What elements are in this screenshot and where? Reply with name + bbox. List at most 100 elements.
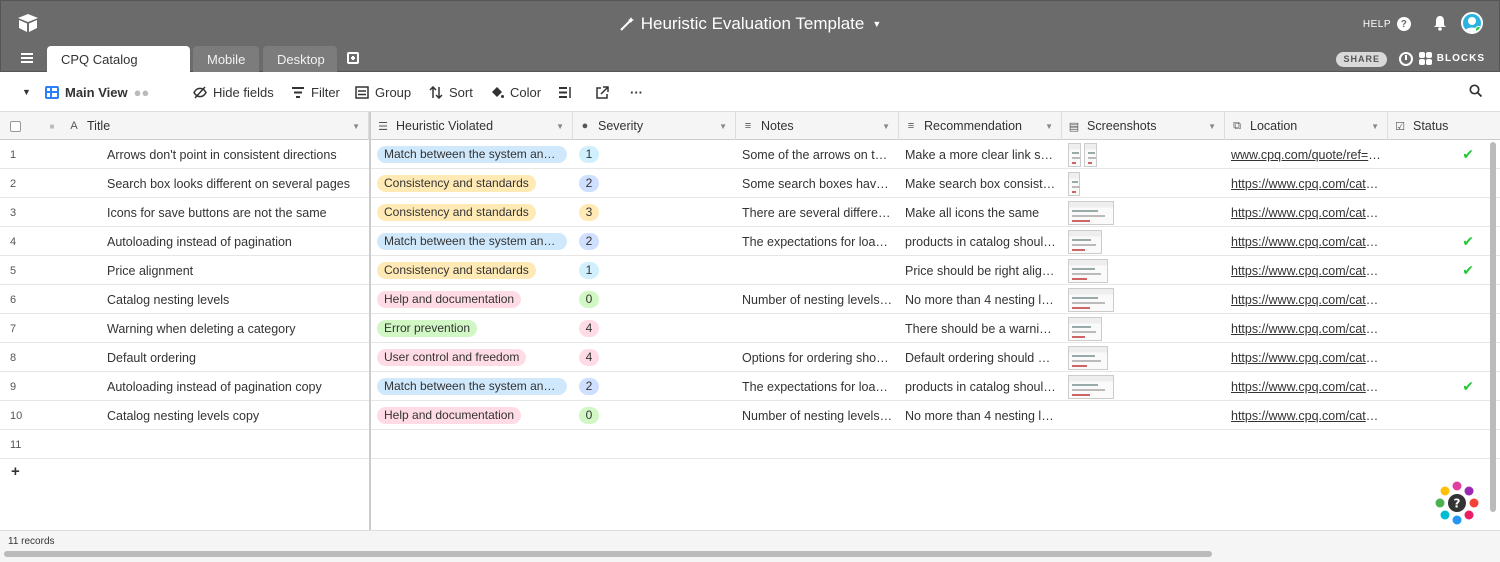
column-header-status[interactable]: ☑ Status	[1388, 112, 1500, 140]
cell-severity[interactable]: 4	[573, 343, 736, 372]
cell-notes[interactable]: Some search boxes have placeholder text	[736, 169, 899, 198]
cell-severity[interactable]: 1	[573, 256, 736, 285]
cell-heuristic[interactable]: Consistency and standards	[371, 169, 573, 198]
location-link[interactable]: https://www.cpq.com/catalog	[1231, 351, 1382, 365]
cell-heuristic[interactable]: Error prevention	[371, 314, 573, 343]
cell-status[interactable]	[1388, 285, 1500, 314]
cell-location[interactable]: https://www.cpq.com/catalog	[1225, 285, 1388, 314]
chevron-down-icon[interactable]: ▼	[882, 122, 890, 131]
cell-location[interactable]: https://www.cpq.com/catalog	[1225, 256, 1388, 285]
select-all-checkbox[interactable]	[10, 120, 21, 132]
cell-screenshots[interactable]	[1062, 198, 1225, 227]
cell-severity[interactable]: 4	[573, 314, 736, 343]
cell-status[interactable]	[1388, 401, 1500, 430]
cell-heuristic[interactable]: Help and documentation	[371, 285, 573, 314]
column-header-heuristic[interactable]: ☰ Heuristic Violated ▼	[371, 112, 573, 140]
add-record-icon[interactable]: +	[11, 463, 20, 480]
cell-notes[interactable]: Number of nesting levels is too high	[736, 401, 899, 430]
screenshot-thumbnail[interactable]	[1068, 200, 1114, 225]
column-header-recommendation[interactable]: ≡ Recommendation ▼	[899, 112, 1062, 140]
cell-title[interactable]: Price alignment	[40, 256, 369, 285]
cell-recommendation[interactable]: No more than 4 nesting levels	[899, 401, 1062, 430]
location-link[interactable]: www.cpq.com/quote/ref=search	[1231, 148, 1382, 162]
more-options-button[interactable]: ···	[630, 84, 643, 100]
cell-screenshots[interactable]	[1062, 401, 1225, 430]
cell-notes[interactable]: Options for ordering should be visible	[736, 343, 899, 372]
cell-heuristic[interactable]: Match between the system and the real wo…	[371, 140, 573, 169]
cell-severity[interactable]: 2	[573, 227, 736, 256]
cell-title[interactable]	[40, 430, 369, 459]
cell-location[interactable]: https://www.cpq.com/catalog	[1225, 314, 1388, 343]
cell-title[interactable]: Catalog nesting levels	[40, 285, 369, 314]
cell-heuristic[interactable]: Match between the system and the real wo…	[371, 227, 573, 256]
cell-location[interactable]: https://www.cpq.com/catalog	[1225, 169, 1388, 198]
location-link[interactable]: https://www.cpq.com/catalog	[1231, 177, 1382, 191]
cell-recommendation[interactable]	[899, 430, 1062, 459]
base-title-button[interactable]: Heuristic Evaluation Template ▼	[619, 14, 881, 34]
cell-severity[interactable]: 0	[573, 401, 736, 430]
cell-location[interactable]: https://www.cpq.com/catalog	[1225, 343, 1388, 372]
check-icon[interactable]: ✔	[1462, 233, 1474, 250]
cell-heuristic[interactable]	[371, 430, 573, 459]
screenshot-thumbnail[interactable]	[1068, 374, 1114, 399]
cell-screenshots[interactable]	[1062, 169, 1225, 198]
screenshot-thumbnail[interactable]	[1068, 142, 1081, 167]
cell-heuristic[interactable]: Match between the system and the real wo…	[371, 372, 573, 401]
cell-heuristic[interactable]: Help and documentation	[371, 401, 573, 430]
cell-recommendation[interactable]: Price should be right aligned	[899, 256, 1062, 285]
airtable-logo-icon[interactable]	[17, 13, 39, 33]
table-row[interactable]: 6 Catalog nesting levels Help and document…	[0, 285, 1500, 314]
cell-severity[interactable]	[573, 430, 736, 459]
cell-location[interactable]: https://www.cpq.com/catalog	[1225, 198, 1388, 227]
chevron-down-icon[interactable]: ▼	[719, 122, 727, 131]
tab-desktop[interactable]: Desktop	[263, 46, 337, 73]
chevron-down-icon[interactable]: ▼	[1371, 122, 1379, 131]
check-icon[interactable]: ✔	[1462, 262, 1474, 279]
share-button[interactable]: SHARE	[1336, 52, 1387, 67]
chevron-down-icon[interactable]: ▼	[1045, 122, 1053, 131]
cell-location[interactable]: https://www.cpq.com/catalog	[1225, 227, 1388, 256]
cell-screenshots[interactable]	[1062, 227, 1225, 256]
cell-severity[interactable]: 2	[573, 169, 736, 198]
column-header-title[interactable]: ■ A Title ▼	[40, 112, 369, 140]
cell-notes[interactable]: Number of nesting levels is too high	[736, 285, 899, 314]
chevron-down-icon[interactable]: ▼	[556, 122, 564, 131]
cell-title[interactable]: Autoloading instead of pagination	[40, 227, 369, 256]
cell-status[interactable]: ✔	[1388, 140, 1500, 169]
location-link[interactable]: https://www.cpq.com/catalog	[1231, 409, 1382, 423]
blocks-button[interactable]: BLOCKS	[1418, 52, 1485, 65]
cell-severity[interactable]: 2	[573, 372, 736, 401]
cell-recommendation[interactable]: Make search box consistent	[899, 169, 1062, 198]
history-icon[interactable]	[1399, 52, 1413, 66]
color-button[interactable]: Color	[490, 84, 541, 100]
cell-title[interactable]: Autoloading instead of pagination copy	[40, 372, 369, 401]
check-icon[interactable]: ✔	[1462, 378, 1474, 395]
cell-title[interactable]: Catalog nesting levels copy	[40, 401, 369, 430]
location-link[interactable]: https://www.cpq.com/catalog	[1231, 293, 1382, 307]
cell-notes[interactable]: The expectations for loading products	[736, 372, 899, 401]
column-header-screenshots[interactable]: ▤ Screenshots ▼	[1062, 112, 1225, 140]
bell-icon[interactable]	[1433, 15, 1447, 31]
location-link[interactable]: https://www.cpq.com/catalog	[1231, 380, 1382, 394]
cell-screenshots[interactable]	[1062, 343, 1225, 372]
share-view-button[interactable]	[595, 84, 609, 100]
table-row[interactable]: 1 Arrows don't point in consistent direct…	[0, 140, 1500, 169]
help-button[interactable]: HELP ?	[1363, 17, 1411, 31]
cell-heuristic[interactable]: Consistency and standards	[371, 256, 573, 285]
table-row[interactable]: 8 Default ordering User control and freedo…	[0, 343, 1500, 372]
cell-title[interactable]: Default ordering	[40, 343, 369, 372]
cell-location[interactable]: https://www.cpq.com/catalog	[1225, 372, 1388, 401]
tab-cpq-catalog-issues[interactable]: CPQ Catalog issues▼	[47, 46, 190, 94]
cell-location[interactable]	[1225, 430, 1388, 459]
cell-recommendation[interactable]: Default ordering should be by name	[899, 343, 1062, 372]
table-row[interactable]: 3 Icons for save buttons are not the same…	[0, 198, 1500, 227]
cell-status[interactable]: ✔	[1388, 372, 1500, 401]
chevron-down-icon[interactable]: ▼	[1208, 122, 1216, 131]
cell-title[interactable]: Warning when deleting a category	[40, 314, 369, 343]
cell-notes[interactable]: There are several different icons	[736, 198, 899, 227]
cell-recommendation[interactable]: products in catalog should paginate	[899, 227, 1062, 256]
cell-title[interactable]: Icons for save buttons are not the same	[40, 198, 369, 227]
view-switcher-toggle[interactable]: ▼	[22, 84, 31, 100]
cell-severity[interactable]: 3	[573, 198, 736, 227]
filter-button[interactable]: Filter	[291, 84, 340, 100]
